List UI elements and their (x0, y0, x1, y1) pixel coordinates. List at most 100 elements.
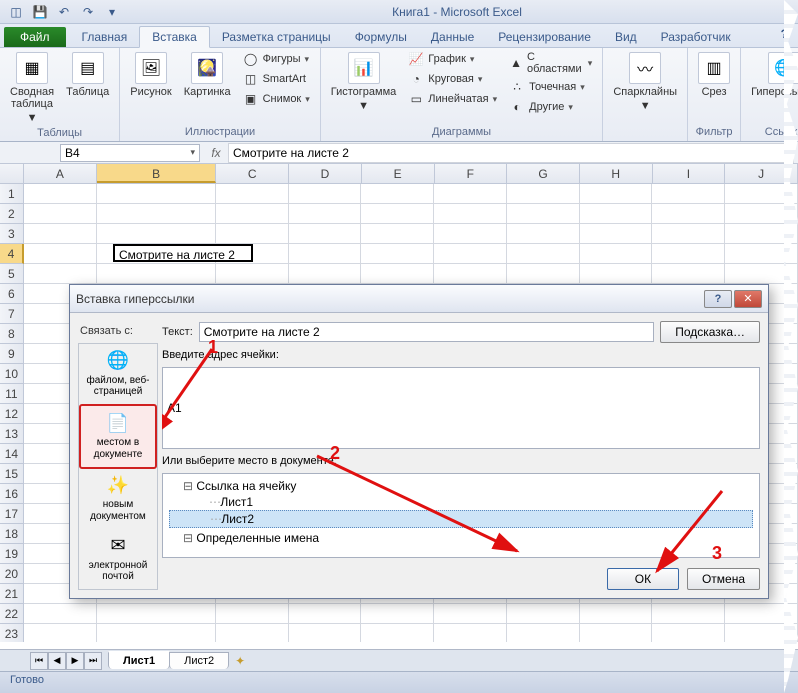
cell[interactable] (97, 224, 216, 244)
cell[interactable] (24, 244, 97, 264)
cell[interactable] (434, 224, 507, 244)
cell[interactable] (289, 624, 362, 642)
cell[interactable] (97, 204, 216, 224)
screentip-button[interactable]: Подсказка… (660, 321, 760, 343)
tree-leaf-sheet1[interactable]: Лист1 (169, 494, 753, 510)
dialog-help-icon[interactable]: ? (704, 290, 732, 308)
cell[interactable] (507, 604, 580, 624)
cell[interactable] (507, 624, 580, 642)
cell[interactable] (24, 264, 97, 284)
cell[interactable] (580, 204, 653, 224)
excel-icon[interactable]: ◫ (6, 3, 26, 21)
cell[interactable] (434, 604, 507, 624)
row-header[interactable]: 13 (0, 424, 24, 444)
cell[interactable] (361, 244, 434, 264)
new-sheet-icon[interactable]: ✦ (228, 654, 252, 668)
cell[interactable] (507, 184, 580, 204)
row-header[interactable]: 4 (0, 244, 24, 264)
active-cell[interactable]: Смотрите на листе 2 (113, 244, 253, 262)
picture-button[interactable]: 🖼Рисунок (126, 50, 176, 100)
sparklines-button[interactable]: 〰Спарклайны▼ (609, 50, 681, 114)
save-icon[interactable]: 💾 (30, 3, 50, 21)
cell[interactable] (24, 624, 97, 642)
cell[interactable] (507, 224, 580, 244)
col-header[interactable]: E (362, 164, 435, 183)
cell[interactable] (507, 204, 580, 224)
cell[interactable] (24, 604, 97, 624)
area-chart-button[interactable]: ▲С областями ▾ (505, 50, 596, 76)
row-header[interactable]: 9 (0, 344, 24, 364)
cell[interactable] (580, 244, 653, 264)
cell[interactable] (216, 184, 289, 204)
line-chart-button[interactable]: 📈График ▾ (404, 50, 501, 68)
cell[interactable] (361, 224, 434, 244)
cell[interactable] (97, 184, 216, 204)
link-to-new-doc[interactable]: ✨новым документом (79, 469, 157, 529)
col-header[interactable]: B (97, 164, 217, 183)
row-header[interactable]: 11 (0, 384, 24, 404)
cell-address-input[interactable] (162, 367, 760, 449)
cell[interactable] (289, 184, 362, 204)
row-header[interactable]: 22 (0, 604, 24, 624)
row-header[interactable]: 21 (0, 584, 24, 604)
cell[interactable] (652, 264, 725, 284)
tree-root-names[interactable]: Определенные имена (169, 530, 753, 546)
cell[interactable] (434, 184, 507, 204)
cell[interactable] (24, 224, 97, 244)
dialog-titlebar[interactable]: Вставка гиперссылки ? ✕ (70, 285, 768, 313)
row-header[interactable]: 14 (0, 444, 24, 464)
cell[interactable] (361, 184, 434, 204)
cell[interactable] (507, 264, 580, 284)
row-header[interactable]: 16 (0, 484, 24, 504)
column-chart-button[interactable]: 📊Гистограмма▼ (327, 50, 401, 114)
tab-formulas[interactable]: Формулы (343, 27, 419, 47)
clipart-button[interactable]: 🎑Картинка (180, 50, 235, 100)
fx-button[interactable]: fx (204, 146, 228, 160)
tree-leaf-sheet2[interactable]: Лист2 (169, 510, 753, 528)
cell[interactable] (580, 604, 653, 624)
sheet-tab[interactable]: Лист1 (108, 651, 170, 669)
cell[interactable] (97, 264, 216, 284)
tab-data[interactable]: Данные (419, 27, 486, 47)
cell[interactable] (652, 604, 725, 624)
row-header[interactable]: 10 (0, 364, 24, 384)
cell[interactable] (652, 184, 725, 204)
pivot-table-button[interactable]: ▦Сводная таблица▼ (6, 50, 58, 126)
tab-review[interactable]: Рецензирование (486, 27, 603, 47)
link-to-email[interactable]: ✉электронной почтой (79, 529, 157, 589)
sheet-nav-prev-icon[interactable]: ◀ (48, 652, 66, 670)
cell[interactable] (580, 264, 653, 284)
undo-icon[interactable]: ↶ (54, 3, 74, 21)
cell[interactable] (361, 264, 434, 284)
cell[interactable] (580, 184, 653, 204)
cell[interactable] (434, 204, 507, 224)
row-header[interactable]: 6 (0, 284, 24, 304)
smartart-button[interactable]: ◫SmartArt (239, 70, 314, 88)
scatter-chart-button[interactable]: ∴Точечная ▾ (505, 78, 596, 96)
tab-page-layout[interactable]: Разметка страницы (210, 27, 343, 47)
tab-view[interactable]: Вид (603, 27, 649, 47)
cell[interactable] (216, 224, 289, 244)
table-button[interactable]: ▤Таблица (62, 50, 113, 100)
cell[interactable] (289, 224, 362, 244)
col-header[interactable]: A (24, 164, 97, 183)
row-header[interactable]: 23 (0, 624, 24, 642)
tab-home[interactable]: Главная (70, 27, 140, 47)
tab-developer[interactable]: Разработчик (649, 27, 743, 47)
row-header[interactable]: 7 (0, 304, 24, 324)
cell[interactable] (216, 264, 289, 284)
sheet-tab[interactable]: Лист2 (169, 652, 229, 669)
cell[interactable] (289, 264, 362, 284)
cell[interactable] (652, 224, 725, 244)
cell[interactable] (434, 244, 507, 264)
cell[interactable] (216, 624, 289, 642)
col-header[interactable]: C (216, 164, 289, 183)
shapes-button[interactable]: ◯Фигуры ▾ (239, 50, 314, 68)
cell[interactable] (361, 204, 434, 224)
cell[interactable] (289, 604, 362, 624)
tab-file[interactable]: Файл (4, 27, 66, 47)
row-header[interactable]: 5 (0, 264, 24, 284)
row-header[interactable]: 2 (0, 204, 24, 224)
cell[interactable] (289, 244, 362, 264)
cell[interactable] (434, 624, 507, 642)
